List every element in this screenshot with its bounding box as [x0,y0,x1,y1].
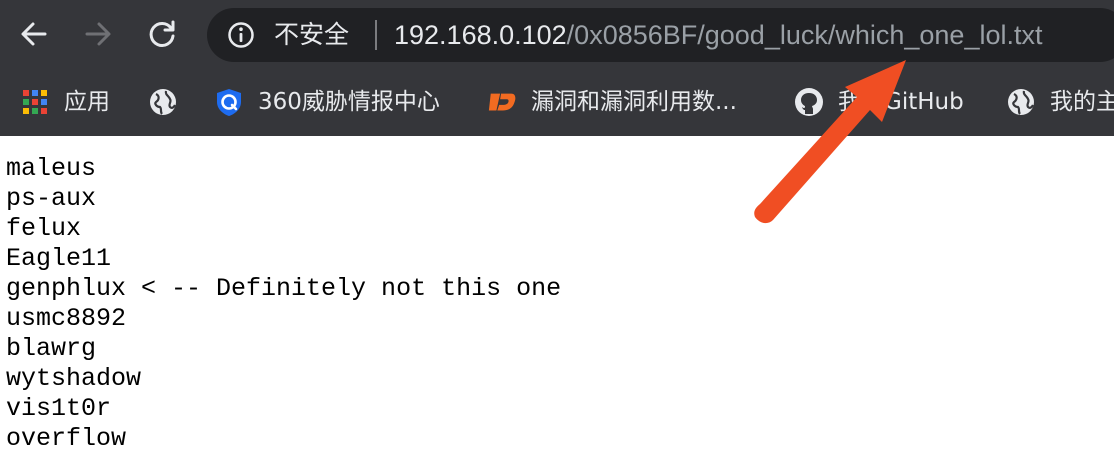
url-text[interactable]: 192.168.0.102/0x0856BF/good_luck/which_o… [394,19,1042,51]
forward-button[interactable] [78,14,118,54]
address-bar[interactable]: 不安全 192.168.0.102/0x0856BF/good_luck/whi… [207,8,1114,62]
arrow-left-icon [21,22,47,46]
reload-icon [149,20,175,47]
github-icon [794,87,824,117]
bookmark-label: 应用 [64,89,110,115]
url-path: /0x0856BF/good_luck/which_one_lol.txt [566,20,1043,50]
info-circle-icon[interactable] [227,21,255,49]
bookmarks-bar: 应用 360威胁情报中心 漏洞和漏洞利用数... 我的GitHub 我的主 [0,70,1114,136]
reload-button[interactable] [142,14,182,54]
bookmark-github[interactable]: 我的GitHub [794,80,964,124]
bookmark-homepage[interactable]: 我的主 [1006,80,1114,124]
arrow-right-icon [85,22,111,46]
page-content: maleus ps-aux felux Eagle11 genphlux < -- De… [0,136,1114,472]
browser-toolbar: 不安全 192.168.0.102/0x0856BF/good_luck/whi… [0,0,1114,70]
file-line: maleus [6,154,97,183]
file-line: felux [6,214,82,243]
file-line: ps-aux [6,184,97,213]
back-button[interactable] [14,14,54,54]
bookmark-label: 360威胁情报中心 [258,89,440,115]
bookmark-globe[interactable] [148,80,192,124]
apps-grid-icon [20,87,50,117]
text-file-content: maleus ps-aux felux Eagle11 genphlux < -- De… [6,154,561,454]
globe-icon [148,87,178,117]
url-host: 192.168.0.102 [394,20,567,50]
file-line: blawrg [6,334,97,363]
bookmark-label: 漏洞和漏洞利用数... [531,89,737,115]
file-line: vis1t0r [6,394,112,423]
bookmark-label: 我的GitHub [838,89,964,115]
omnibox-divider [375,20,377,50]
file-line: usmc8892 [6,304,127,333]
globe-icon [1006,87,1036,117]
security-label[interactable]: 不安全 [274,19,349,51]
vuln-site-logo-icon [487,87,517,117]
file-line: overflow [6,424,127,453]
file-line: Eagle11 [6,244,112,273]
bookmark-apps[interactable]: 应用 [20,80,110,124]
bookmark-vuln-db[interactable]: 漏洞和漏洞利用数... [487,80,737,124]
bookmark-360[interactable]: 360威胁情报中心 [214,80,440,124]
360-shield-icon [214,87,244,117]
browser-chrome: 不安全 192.168.0.102/0x0856BF/good_luck/whi… [0,0,1114,136]
bookmark-label: 我的主 [1050,89,1114,115]
file-line: genphlux < -- Definitely not this one [6,274,562,303]
file-line: wytshadow [6,364,142,393]
